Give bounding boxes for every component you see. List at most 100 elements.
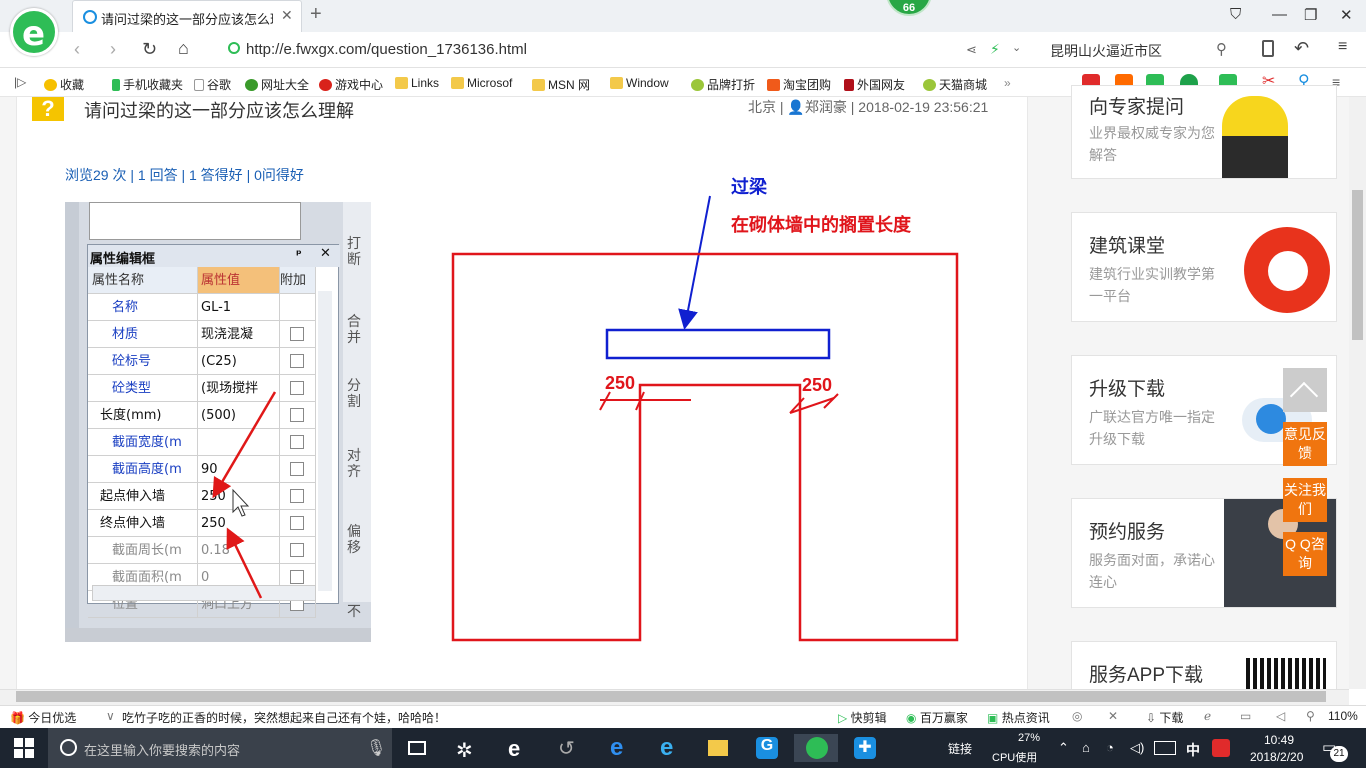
follow-us-button[interactable]: 关注我们 [1283, 478, 1327, 522]
bookmark-google[interactable]: 谷歌 [194, 76, 231, 93]
network-icon[interactable]: ⌂ [1082, 740, 1090, 755]
bookmark-favorites[interactable]: 收藏 [44, 76, 84, 93]
dimension-right: 250 [802, 375, 832, 395]
bookmark-windows[interactable]: Window [610, 76, 669, 90]
undo-icon[interactable]: ↶ [1294, 38, 1309, 59]
million-winner-link[interactable]: ◉ 百万赢家 [906, 709, 968, 726]
chevron-down-icon[interactable]: ⌄ [1012, 41, 1021, 54]
minimize-icon[interactable]: — [1272, 6, 1287, 23]
browser-logo-icon[interactable]: e [10, 8, 58, 56]
label-lintel: 过梁 [731, 176, 768, 198]
tab-favicon-icon [83, 10, 97, 24]
vertical-scroll-thumb[interactable] [1352, 190, 1363, 340]
downloads-link[interactable]: ⇩ 下载 [1146, 709, 1183, 726]
hot-news-link[interactable]: ▣ 热点资讯 [987, 709, 1050, 726]
sogou-ime-icon[interactable] [1212, 739, 1230, 757]
restore-icon[interactable]: ❐ [1304, 6, 1317, 24]
clock-time[interactable]: 10:49 [1264, 733, 1294, 747]
glodon-app-icon[interactable]: G [744, 734, 788, 762]
tools-icon[interactable]: ✕ [1108, 709, 1118, 723]
task-view-icon[interactable] [396, 734, 440, 762]
card-desc: 建筑行业实训教学第一平台 [1089, 266, 1215, 304]
dimension-left: 250 [605, 373, 635, 393]
bookmark-taobao[interactable]: 淘宝团购 [767, 76, 831, 93]
swirl-app-icon[interactable]: ↺ [544, 734, 588, 762]
lintel-diagram: 过梁 在砌体墙中的搁置长度 250 250 [451, 176, 959, 642]
ie-mode-icon[interactable]: ℯ [1204, 709, 1211, 723]
card-building-class[interactable]: 建筑课堂 建筑行业实训教学第一平台 [1071, 212, 1337, 322]
clock-date[interactable]: 2018/2/20 [1250, 750, 1303, 764]
window-icon[interactable]: ▭ [1240, 709, 1251, 723]
bookmark-links[interactable]: Links [395, 76, 439, 90]
lightning-icon[interactable]: ⚡ [990, 41, 1000, 58]
bookmark-microsoft[interactable]: Microsof [451, 76, 512, 90]
tab-close-icon[interactable]: ✕ [281, 7, 293, 24]
bookmark-msn[interactable]: MSN 网 [532, 76, 590, 93]
search-icon[interactable]: ⚲ [1216, 40, 1227, 58]
qq-consult-button[interactable]: Q Q咨询 [1283, 532, 1327, 576]
news-ticker[interactable]: 吃竹子吃的正香的时候，突然想起来自己还有个娃，哈哈哈！ [122, 709, 446, 726]
volume-icon[interactable]: ◁ [1276, 709, 1285, 723]
keyboard-icon[interactable] [1154, 741, 1176, 755]
internet-explorer-icon[interactable]: e [646, 734, 690, 762]
search-input[interactable]: 昆明山火逼近市区 [1050, 41, 1162, 61]
phone-icon[interactable] [1262, 40, 1274, 57]
mouse-cursor-icon [232, 488, 250, 517]
cpu-label: CPU使用 [992, 752, 1038, 764]
taobao-icon [767, 79, 780, 91]
chevron-down-icon[interactable]: ∨ [106, 709, 115, 723]
tray-expand-icon[interactable]: ⌃ [1058, 740, 1069, 756]
vertical-scrollbar[interactable] [1349, 97, 1366, 689]
sidebar-toggle-icon[interactable]: |▷ [14, 75, 26, 89]
zoom-icon[interactable]: ⚲ [1306, 709, 1315, 723]
page-icon [194, 79, 204, 91]
file-explorer-icon[interactable] [696, 734, 740, 762]
refresh-icon[interactable]: ↻ [142, 39, 157, 60]
card-title: 升级下载 [1089, 379, 1166, 400]
label-bearing-length: 在砌体墙中的搁置长度 [731, 214, 912, 236]
bookmark-hao[interactable]: 网址大全 [245, 76, 309, 93]
forward-icon[interactable]: › [110, 39, 116, 60]
user-link[interactable]: 郑润豪 [805, 99, 847, 115]
bookmark-games[interactable]: 游戏中心 [319, 76, 383, 93]
folder-icon [610, 77, 623, 89]
menu-icon[interactable]: ≡ [1338, 38, 1347, 56]
leaf-icon [691, 79, 704, 91]
news-icon: ▣ [987, 711, 999, 725]
tab-active[interactable]: 请问过梁的这一部分应该怎么理解 ✕ [72, 0, 302, 32]
daily-picks-link[interactable]: 🎁 今日优选 [10, 709, 76, 726]
url-field[interactable]: http://e.fwxgx.com/question_1736136.html [246, 41, 527, 58]
new-tab-icon[interactable]: + [310, 3, 322, 26]
pinwheel-app-icon[interactable]: ✲ [444, 734, 488, 762]
shirt-icon[interactable]: ⛉ [1230, 6, 1241, 23]
ime-indicator[interactable]: 中 [1186, 740, 1200, 760]
bookmark-mobile[interactable]: 手机收藏夹 [112, 76, 183, 93]
card-ask-expert[interactable]: 向专家提问 业界最权威专家为您解答 [1071, 85, 1337, 179]
close-window-icon[interactable]: ✕ [1340, 6, 1353, 24]
more-bookmarks-icon[interactable]: » [1004, 76, 1011, 90]
user-icon: 👤 [787, 99, 805, 115]
bookmark-tmall[interactable]: 天猫商城 [923, 76, 987, 93]
links-toolbar[interactable]: 链接 [948, 740, 972, 757]
qr-code-icon [1246, 658, 1326, 690]
zoom-level[interactable]: 110% [1328, 709, 1358, 723]
browser-e-icon[interactable]: e [494, 734, 538, 762]
speed-icon[interactable]: ◎ [1072, 709, 1082, 723]
windows-start-icon[interactable] [14, 738, 34, 758]
feiq-app-icon[interactable]: ✚ [842, 734, 886, 762]
volume-icon[interactable]: ◁) [1130, 740, 1144, 756]
bookmark-brand[interactable]: 品牌打折 [691, 76, 755, 93]
site-security-icon[interactable] [228, 42, 240, 54]
bookmark-foreign[interactable]: 外国网友 [844, 76, 905, 93]
quick-edit-link[interactable]: ▷ 快剪辑 [838, 709, 887, 726]
horizontal-scroll-thumb[interactable] [16, 691, 1326, 702]
back-to-top-button[interactable] [1283, 368, 1327, 412]
feedback-button[interactable]: 意见反馈 [1283, 422, 1327, 466]
wifi-icon[interactable]: ◔ [1106, 740, 1114, 755]
360-browser-taskbar-icon[interactable] [794, 734, 838, 762]
share-icon[interactable]: ⋖ [966, 42, 977, 58]
edge-icon[interactable]: e [596, 734, 640, 762]
taskbar-search[interactable]: 在这里输入你要搜索的内容 🎙 [48, 728, 392, 768]
back-icon[interactable]: ‹ [74, 39, 80, 60]
home-icon[interactable]: ⌂ [178, 38, 189, 59]
